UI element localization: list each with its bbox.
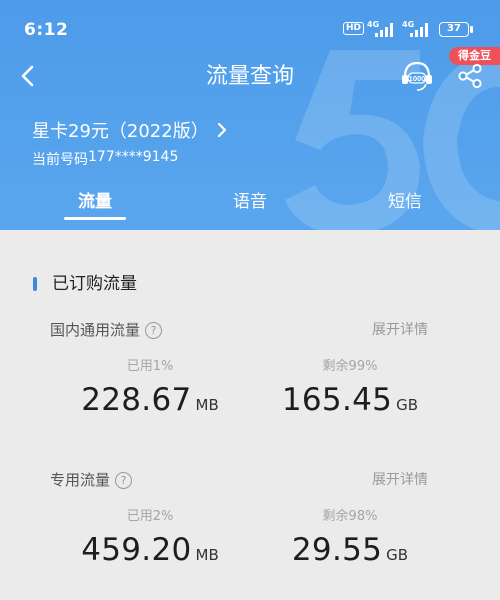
remaining-percent-label: 剩余99%: [322, 359, 378, 374]
help-icon[interactable]: ?: [115, 471, 133, 489]
used-unit: MB: [195, 546, 219, 564]
signal-bars-icon-1: [375, 23, 393, 37]
help-icon[interactable]: ?: [145, 321, 163, 339]
used-percent-label: 已用2%: [126, 509, 174, 524]
page-title: 流量查询: [205, 64, 294, 89]
section-accent-bar: [33, 277, 37, 291]
remaining-percent-label: 剩余98%: [322, 509, 378, 524]
hd-icon: HD: [343, 22, 365, 35]
tab-sms[interactable]: 短信: [365, 190, 445, 214]
back-arrow-icon[interactable]: [14, 60, 42, 92]
domestic-data-title: 国内通用流量 ?: [50, 319, 163, 341]
remaining-unit: GB: [396, 396, 419, 414]
chevron-right-icon: [217, 122, 226, 138]
used-value: 228.67: [81, 382, 192, 418]
domestic-expand-details-link[interactable]: 展开详情: [372, 319, 428, 341]
customer-service-10000-icon[interactable]: 1000: [400, 59, 434, 93]
remaining-unit: GB: [386, 546, 409, 564]
status-time: 6:12: [24, 20, 69, 40]
dedicated-used-stat: 已用2% 459.20 MB: [50, 508, 250, 568]
remaining-value: 165.45: [281, 382, 393, 418]
domestic-used-stat: 已用1% 228.67 MB: [50, 358, 250, 418]
current-number-label: 当前号码: [32, 152, 88, 168]
used-unit: MB: [195, 396, 219, 414]
used-value: 459.20: [81, 532, 192, 568]
dedicated-data-title: 专用流量 ?: [50, 469, 133, 491]
tab-voice[interactable]: 语音: [210, 190, 290, 214]
status-bar: 6:12 HD 4G 4G 37: [0, 0, 500, 40]
dedicated-data-label: 专用流量: [50, 471, 111, 489]
current-number-value: 177****9145: [88, 149, 179, 165]
tab-data[interactable]: 流量: [55, 190, 135, 214]
status-icons: HD 4G 4G 37: [343, 20, 493, 40]
active-tab-indicator: [64, 217, 126, 220]
remaining-value: 29.55: [291, 532, 383, 568]
plan-name: 星卡29元（2022版）: [32, 121, 209, 142]
battery-icon: 37: [439, 22, 469, 37]
current-number: 当前号码 177****9145: [32, 149, 178, 169]
section-title: 已订购流量: [52, 274, 137, 294]
plan-selector[interactable]: 星卡29元（2022版）: [32, 116, 229, 144]
dedicated-remaining-stat: 剩余98% 29.55 GB: [250, 508, 450, 568]
svg-text:1000: 1000: [409, 74, 426, 83]
dedicated-expand-details-link[interactable]: 展开详情: [372, 469, 428, 491]
domestic-remaining-stat: 剩余99% 165.45 GB: [250, 358, 450, 418]
signal-bars-icon-2: [410, 23, 428, 37]
main-content: 已订购流量 国内通用流量 ? 展开详情 已用1% 228.67 MB 剩余99% …: [0, 230, 500, 600]
battery-tip: [470, 26, 473, 33]
header: 6:12 HD 4G 4G 37 得金豆 流量查询 1000 星卡29元（202…: [0, 0, 500, 230]
domestic-data-label: 国内通用流量: [50, 321, 141, 339]
share-icon[interactable]: [456, 62, 484, 90]
used-percent-label: 已用1%: [126, 359, 174, 374]
